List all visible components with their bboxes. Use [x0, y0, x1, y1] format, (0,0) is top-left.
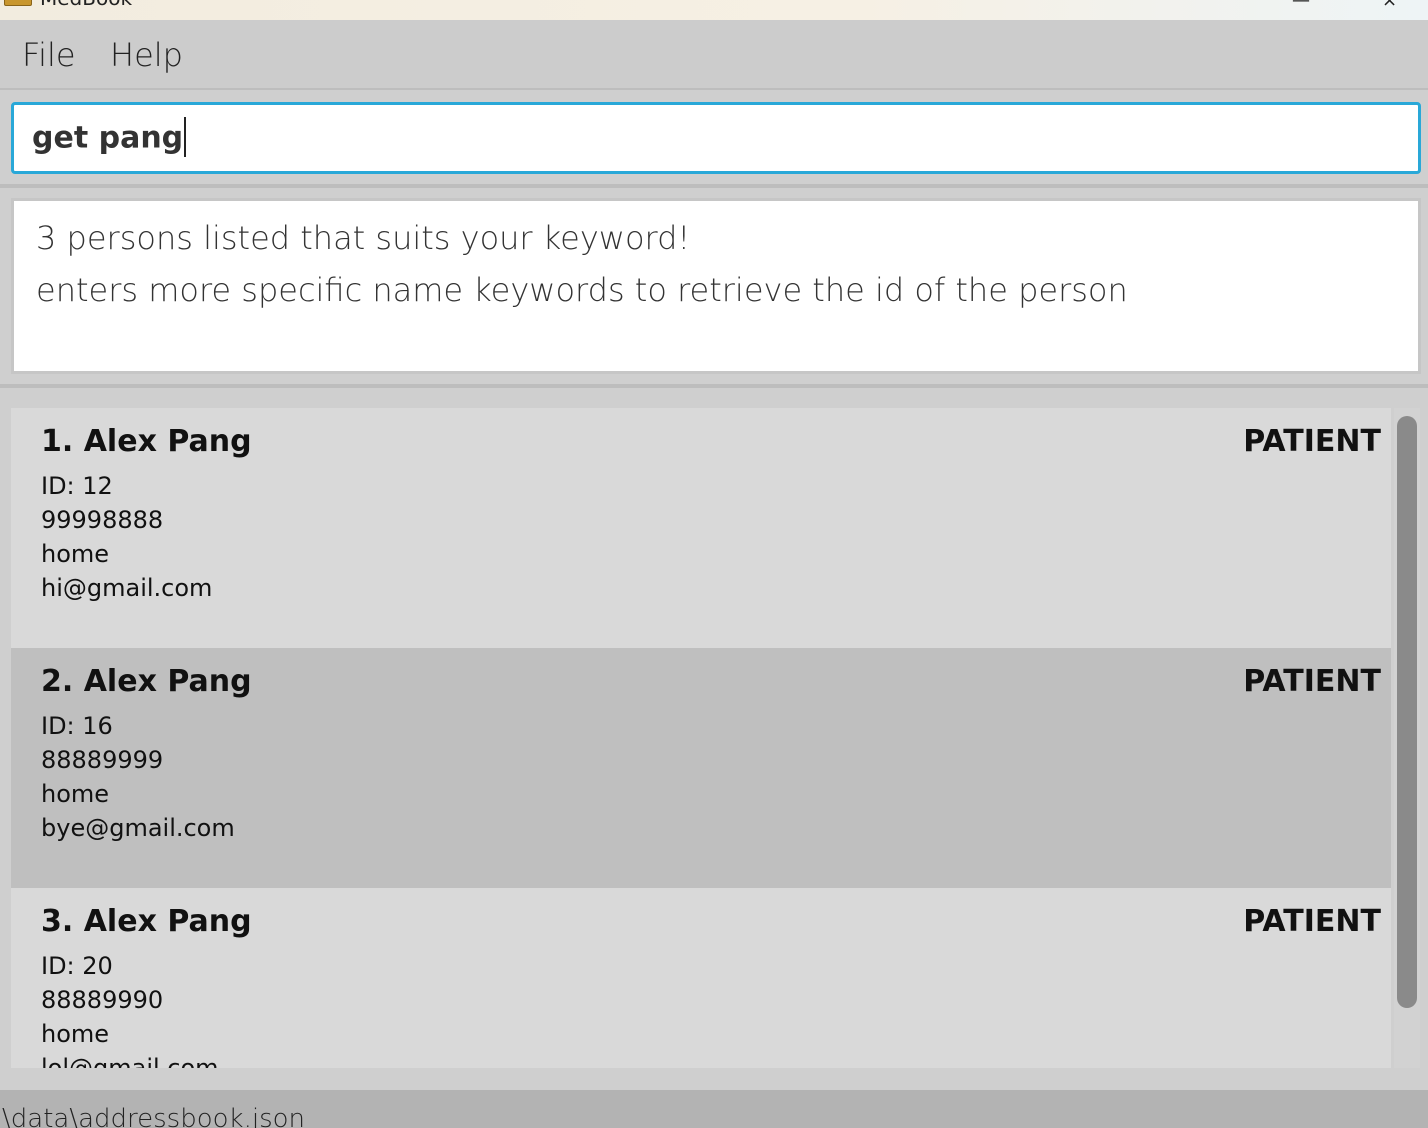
result-line-2: enters more specific name keywords to re…: [36, 271, 1128, 309]
person-address: home: [41, 1020, 110, 1048]
command-input[interactable]: get pang: [32, 117, 187, 161]
menu-bar: File Help: [0, 20, 1428, 90]
person-role-tag: PATIENT: [1243, 664, 1381, 699]
person-role-tag: PATIENT: [1243, 424, 1381, 459]
person-name: 2. Alex Pang: [41, 664, 252, 699]
person-email: bye@gmail.com: [41, 814, 235, 842]
menu-help[interactable]: Help: [110, 36, 183, 74]
close-icon[interactable]: ×: [1382, 0, 1397, 11]
status-file-path: \data\addressbook.json: [2, 1104, 306, 1128]
window-titlebar: MedBook — ×: [0, 0, 1428, 20]
person-list[interactable]: 1. Alex Pang PATIENT ID: 12 99998888 hom…: [11, 408, 1391, 1068]
person-name: 1. Alex Pang: [41, 424, 252, 459]
person-phone: 88889999: [41, 746, 164, 774]
status-bar: \data\addressbook.json: [0, 1090, 1428, 1128]
result-line-1: 3 persons listed that suits your keyword…: [36, 219, 691, 257]
person-id: ID: 12: [41, 472, 113, 500]
menu-file[interactable]: File: [22, 36, 76, 74]
person-name: 3. Alex Pang: [41, 904, 252, 939]
app-icon: [4, 0, 32, 6]
person-email: lol@gmail.com: [41, 1054, 219, 1068]
result-display: 3 persons listed that suits your keyword…: [11, 198, 1421, 374]
person-card[interactable]: 2. Alex Pang PATIENT ID: 16 88889999 hom…: [11, 648, 1391, 888]
person-id: ID: 20: [41, 952, 113, 980]
command-text[interactable]: get pang: [32, 121, 183, 156]
divider: [0, 384, 1428, 388]
person-role-tag: PATIENT: [1243, 904, 1381, 939]
divider: [0, 184, 1428, 188]
person-card[interactable]: 3. Alex Pang PATIENT ID: 20 88889990 hom…: [11, 888, 1391, 1068]
command-box[interactable]: get pang: [11, 102, 1421, 174]
text-caret: [184, 117, 187, 157]
minimize-icon[interactable]: —: [1292, 0, 1310, 11]
person-address: home: [41, 780, 110, 808]
list-scrollbar-thumb[interactable]: [1397, 416, 1417, 1008]
window-title: MedBook: [40, 0, 132, 10]
person-id: ID: 16: [41, 712, 113, 740]
person-card[interactable]: 1. Alex Pang PATIENT ID: 12 99998888 hom…: [11, 408, 1391, 648]
person-phone: 88889990: [41, 986, 164, 1014]
person-address: home: [41, 540, 110, 568]
person-email: hi@gmail.com: [41, 574, 213, 602]
person-phone: 99998888: [41, 506, 164, 534]
